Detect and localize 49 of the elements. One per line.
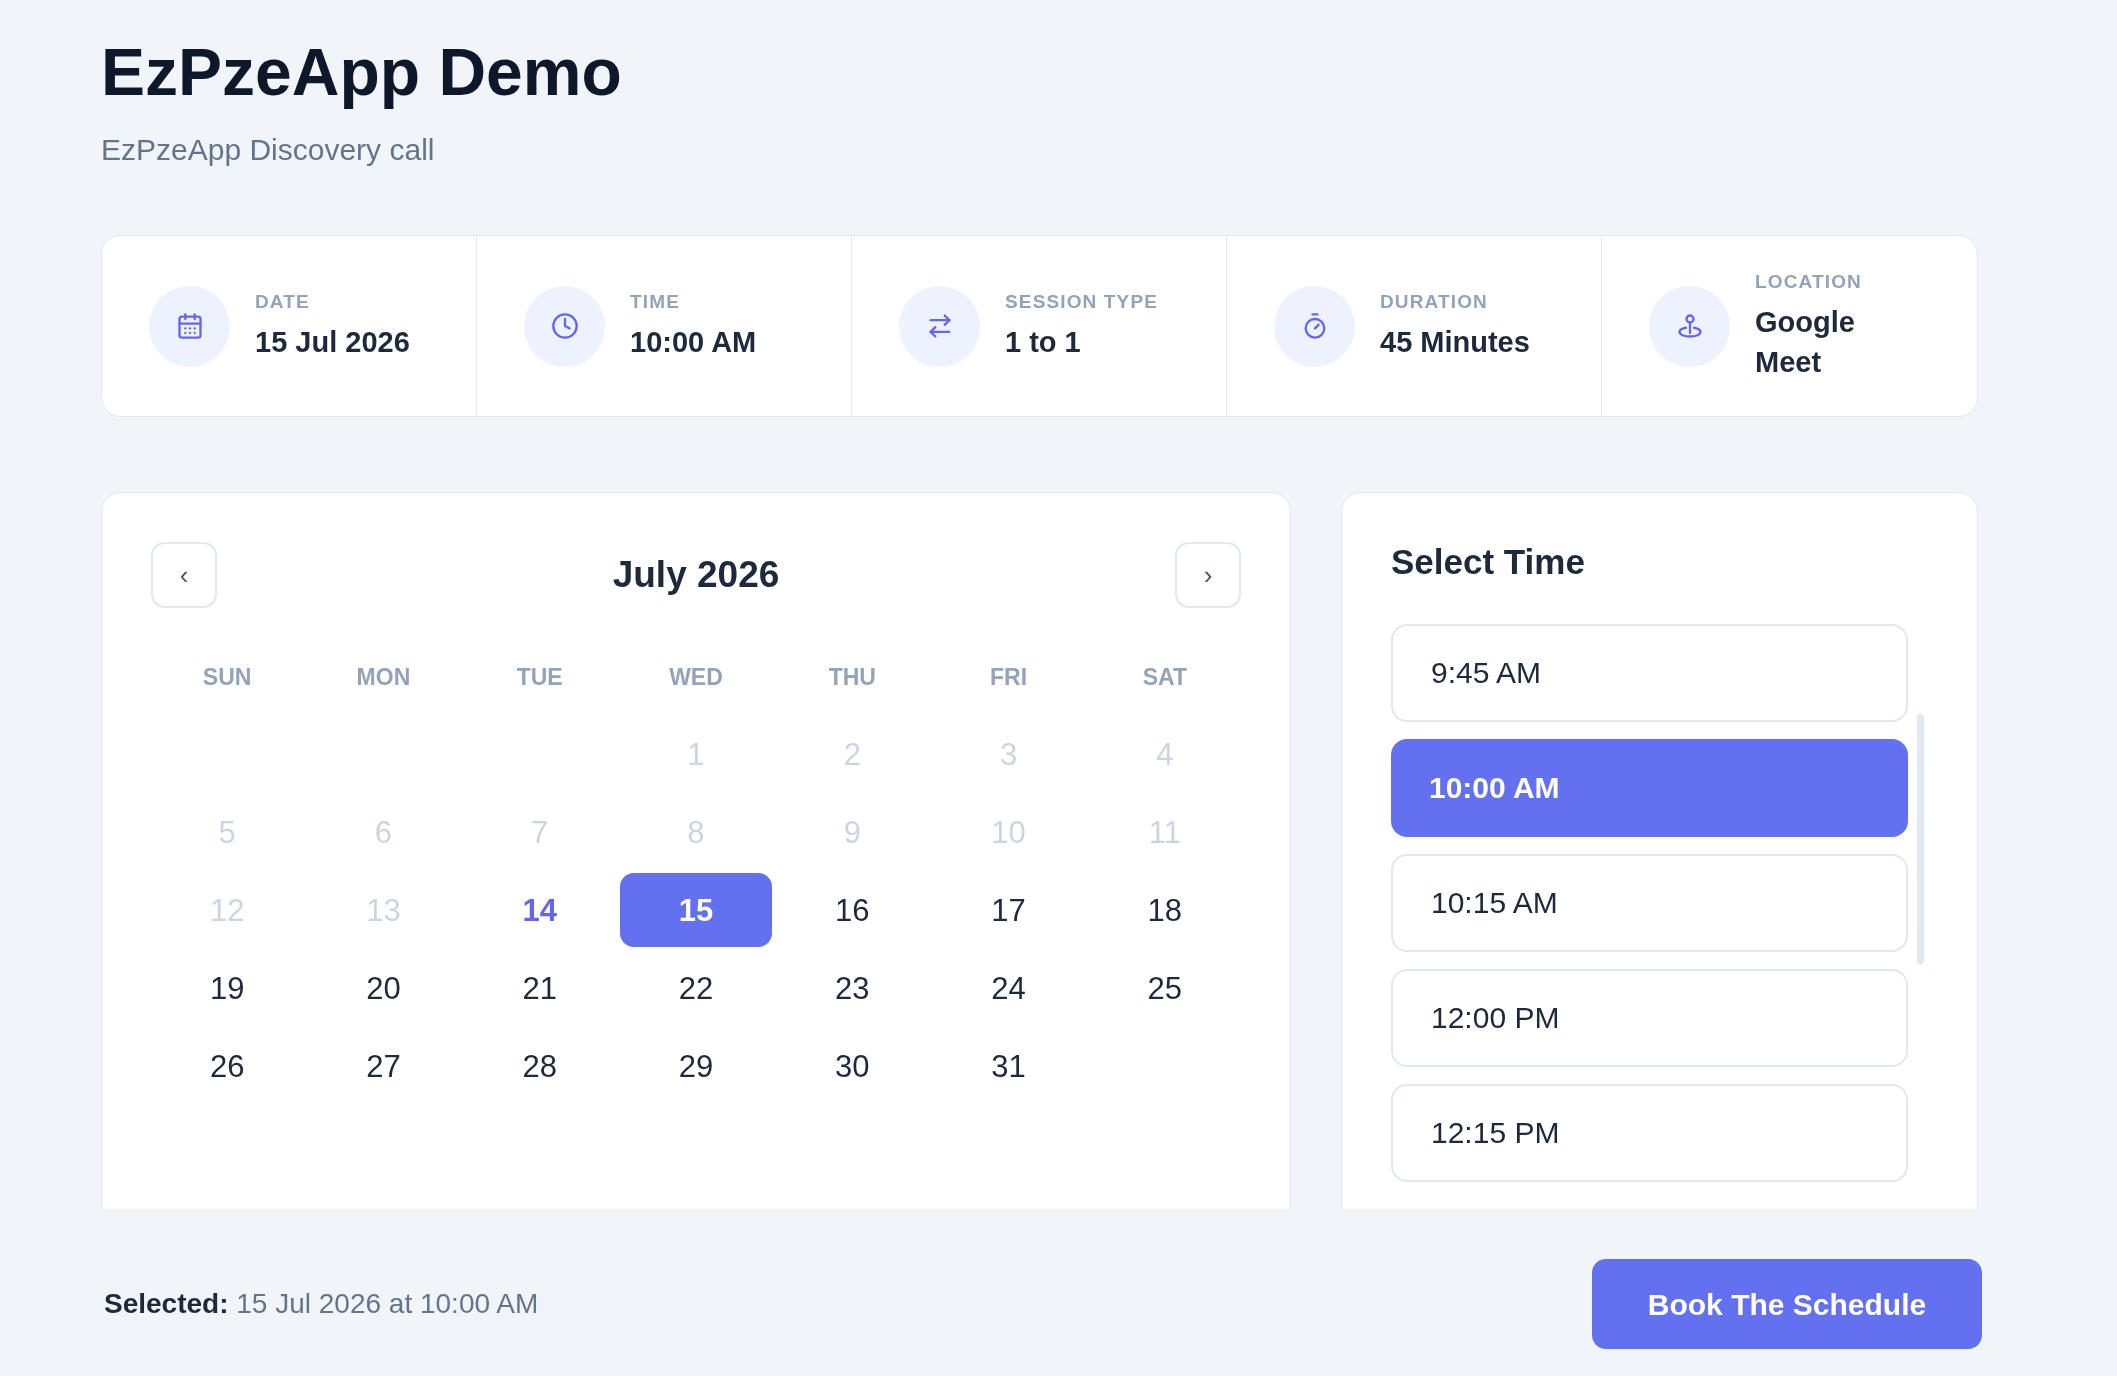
weekday-label: SAT — [1142, 663, 1187, 692]
summary-label: LOCATION — [1755, 270, 1863, 294]
summary-label: DURATION — [1380, 290, 1489, 314]
time-panel-title: Select Time — [1391, 541, 1586, 583]
summary-value: 10:00 AM — [630, 325, 757, 360]
calendar-day[interactable]: 17 — [932, 873, 1085, 947]
weekday-label: WED — [669, 663, 723, 692]
selection-summary: Selected: 15 Jul 2026 at 10:00 AM — [104, 1287, 539, 1321]
next-month-button[interactable]: › — [1175, 542, 1241, 608]
summary-value: Google Meet — [1755, 305, 1856, 380]
time-slot[interactable]: 9:45 AM — [1391, 624, 1908, 722]
calendar-day[interactable]: 14 — [463, 873, 616, 947]
time-slot[interactable]: 12:15 PM — [1391, 1084, 1908, 1182]
calendar-day[interactable]: 22 — [619, 951, 773, 1025]
calendar-day[interactable]: 29 — [619, 1029, 773, 1103]
weekday-label: MON — [356, 663, 411, 692]
previous-month-button[interactable]: ‹ — [151, 542, 217, 608]
summary-value: 15 Jul 2026 — [255, 325, 410, 360]
calendar-day[interactable]: 23 — [776, 951, 929, 1025]
calendar-day[interactable]: 26 — [151, 1029, 304, 1103]
calendar-day[interactable]: 21 — [463, 951, 616, 1025]
calendar-day[interactable]: 28 — [463, 1029, 616, 1103]
calendar-day[interactable]: 27 — [307, 1029, 460, 1103]
book-button[interactable]: Book The Schedule — [1592, 1259, 1982, 1349]
calendar-day[interactable]: 18 — [1088, 873, 1241, 947]
summary-label: TIME — [630, 290, 681, 314]
summary-value: 1 to 1 — [1005, 325, 1082, 360]
scrollbar-thumb[interactable] — [1917, 714, 1924, 964]
calendar-day[interactable]: 24 — [932, 951, 1085, 1025]
calendar-day[interactable]: 31 — [932, 1029, 1085, 1103]
time-slot[interactable]: 10:00 AM — [1391, 739, 1908, 837]
calendar-day[interactable]: 16 — [776, 873, 929, 947]
summary-label: SESSION TYPE — [1005, 290, 1159, 314]
page-title: EzPzeApp Demo — [101, 34, 622, 111]
month-title: July 2026 — [612, 553, 780, 597]
calendar-day[interactable]: 19 — [151, 951, 304, 1025]
time-slot[interactable]: 10:15 AM — [1391, 854, 1908, 952]
calendar-day[interactable]: 20 — [307, 951, 460, 1025]
time-slot[interactable]: 12:00 PM — [1391, 969, 1908, 1067]
summary-value: 45 Minutes — [1380, 325, 1530, 360]
calendar-day[interactable]: 25 — [1088, 951, 1241, 1025]
weekday-label: FRI — [990, 663, 1028, 692]
weekday-label: THU — [828, 663, 876, 692]
page-subtitle: EzPzeApp Discovery call — [101, 132, 435, 168]
calendar-day[interactable]: 30 — [776, 1029, 929, 1103]
summary-label: DATE — [255, 290, 311, 314]
calendar-day[interactable]: 15 — [619, 873, 773, 947]
weekday-label: SUN — [202, 663, 252, 692]
weekday-label: TUE — [516, 663, 563, 692]
